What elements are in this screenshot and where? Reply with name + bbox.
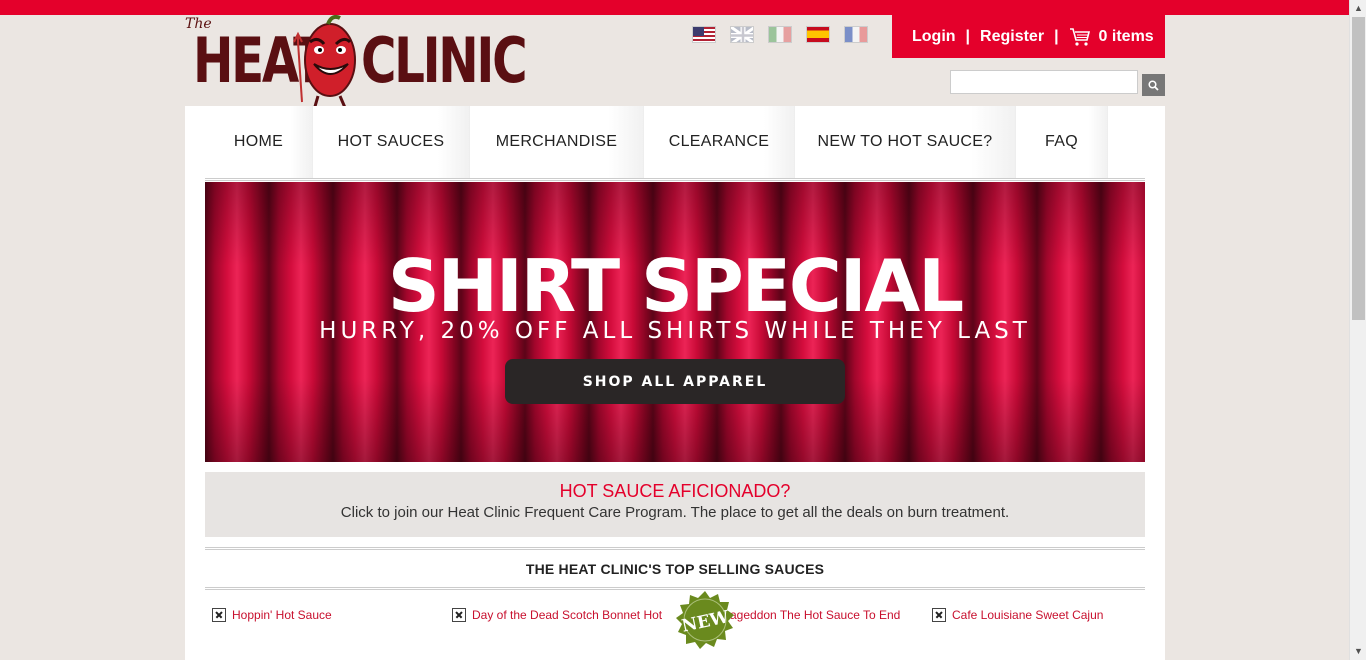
account-separator: | (965, 27, 971, 45)
scroll-up-icon[interactable]: ▲ (1350, 0, 1366, 17)
product-item[interactable]: ageddon The Hot Sauce To End (730, 608, 900, 622)
aficionado-promo[interactable]: HOT SAUCE AFICIONADO? Click to join our … (205, 472, 1145, 537)
broken-image-icon (452, 608, 466, 622)
account-bar: Login | Register | 0 items (892, 15, 1165, 58)
product-name[interactable]: Day of the Dead Scotch Bonnet Hot (472, 608, 662, 622)
top-selling-title: THE HEAT CLINIC'S TOP SELLING SAUCES (525, 561, 825, 577)
nav-new-to-hot-sauce[interactable]: NEW TO HOT SAUCE? (795, 106, 1016, 178)
product-name[interactable]: Cafe Louisiane Sweet Cajun (952, 608, 1103, 622)
account-separator: | (1054, 27, 1059, 45)
uk-flag-icon[interactable] (730, 26, 754, 43)
scrollbar-thumb[interactable] (1352, 17, 1365, 320)
search-input[interactable] (950, 70, 1138, 94)
vertical-scrollbar[interactable]: ▲ ▼ (1349, 0, 1366, 660)
spain-flag-icon[interactable] (806, 26, 830, 43)
product-item[interactable]: Day of the Dead Scotch Bonnet Hot (452, 608, 662, 622)
logo-clinic-text: CLINIC (361, 24, 528, 97)
shopping-cart-icon[interactable] (1069, 27, 1091, 47)
cart-items-link[interactable]: 0 items (1099, 28, 1154, 46)
main-content: HOME HOT SAUCES MERCHANDISE CLEARANCE NE… (185, 106, 1165, 660)
broken-image-icon (212, 608, 226, 622)
banner-subtitle: HURRY, 20% OFF ALL SHIRTS WHILE THEY LAS… (319, 318, 1031, 344)
promo-banner[interactable]: SHIRT SPECIAL HURRY, 20% OFF ALL SHIRTS … (205, 182, 1145, 462)
product-name[interactable]: ageddon The Hot Sauce To End (730, 608, 900, 622)
main-nav: HOME HOT SAUCES MERCHANDISE CLEARANCE NE… (205, 106, 1145, 178)
promo-text: Click to join our Heat Clinic Frequent C… (340, 504, 1010, 521)
site-logo[interactable]: The HEAT CLINIC (183, 12, 528, 112)
nav-hot-sauces[interactable]: HOT SAUCES (313, 106, 470, 178)
banner-title: SHIRT SPECIAL (387, 244, 964, 328)
nav-merchandise[interactable]: MERCHANDISE (470, 106, 644, 178)
new-badge-icon: NEW (676, 591, 734, 649)
login-link[interactable]: Login (912, 28, 956, 46)
nav-home[interactable]: HOME (205, 106, 313, 178)
product-name[interactable]: Hoppin' Hot Sauce (232, 608, 332, 622)
nav-divider (205, 178, 1145, 181)
france-flag-icon[interactable] (844, 26, 868, 43)
register-link[interactable]: Register (980, 28, 1044, 46)
us-flag-icon[interactable] (692, 26, 716, 43)
search-button[interactable] (1142, 74, 1165, 96)
broken-image-icon (932, 608, 946, 622)
mexico-flag-icon[interactable] (768, 26, 792, 43)
promo-title: HOT SAUCE AFICIONADO? (559, 481, 791, 501)
shop-all-apparel-button[interactable]: SHOP ALL APPAREL (505, 359, 845, 404)
nav-clearance[interactable]: CLEARANCE (644, 106, 795, 178)
product-item[interactable]: Hoppin' Hot Sauce (212, 608, 332, 622)
language-selector (692, 26, 868, 43)
product-item[interactable]: Cafe Louisiane Sweet Cajun (932, 608, 1103, 622)
section-divider (205, 547, 1145, 550)
search-icon (1148, 79, 1159, 91)
nav-faq[interactable]: FAQ (1016, 106, 1108, 178)
scroll-down-icon[interactable]: ▼ (1350, 643, 1366, 660)
pepper-mascot-icon (293, 14, 356, 111)
